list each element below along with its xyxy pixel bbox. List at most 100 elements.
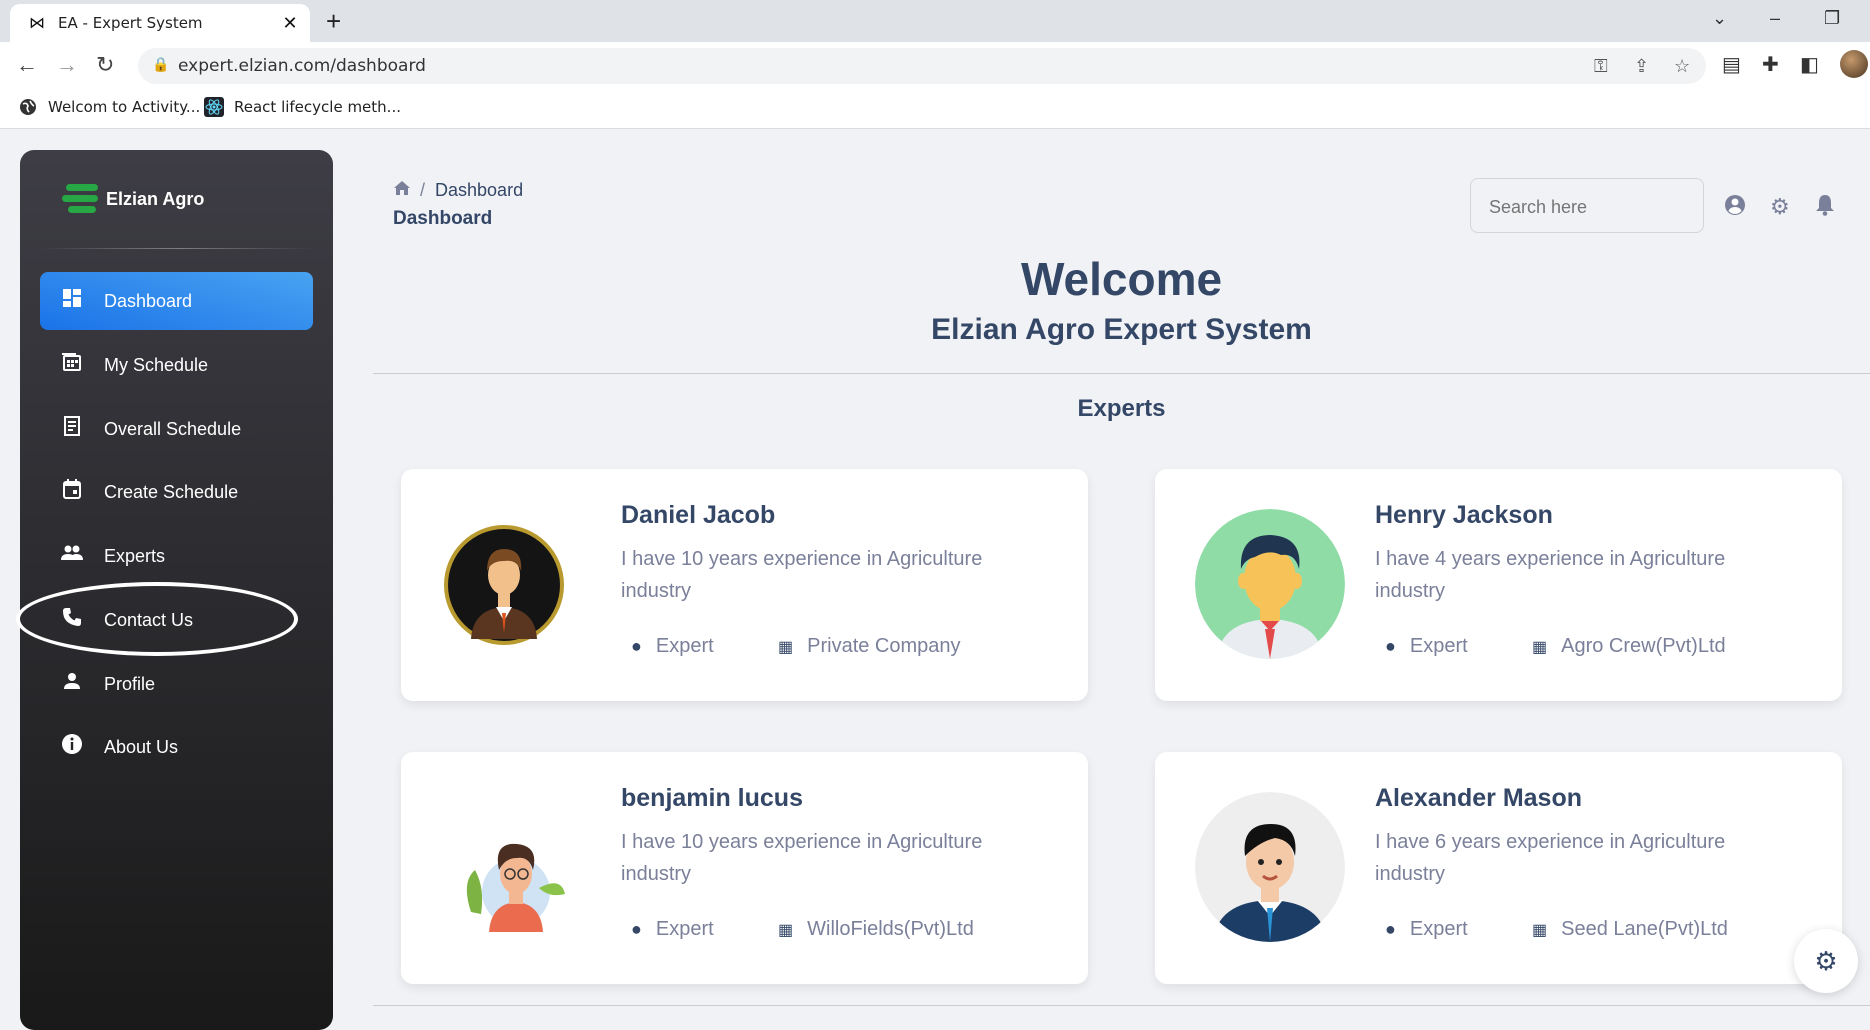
back-icon[interactable]: ← — [16, 52, 38, 78]
bookmark-star-icon[interactable]: ☆ — [1674, 56, 1690, 77]
receipt-icon — [60, 416, 84, 442]
minimize-icon[interactable]: – — [1770, 8, 1780, 29]
brand-name: Elzian Agro — [106, 188, 205, 209]
settings-fab-button[interactable]: ⚙ — [1794, 929, 1858, 993]
side-panel-icon[interactable]: ◧ — [1800, 52, 1819, 77]
site-favicon-icon: ⋈ — [29, 15, 45, 32]
restore-icon[interactable]: ❐ — [1824, 8, 1840, 29]
sidebar-item-create-schedule[interactable]: Create Schedule — [40, 463, 313, 521]
sidebar-item-experts[interactable]: Experts — [40, 527, 313, 585]
browser-toolbar: ← → ↻ 🔒 expert.elzian.com/dashboard ⚿ ⇪ … — [0, 42, 1870, 90]
sidebar-item-label: About Us — [104, 736, 179, 757]
account-circle-icon: ● — [631, 636, 642, 656]
expert-description: I have 6 years experience in Agriculture… — [1375, 831, 1726, 885]
expert-name: benjamin lucus — [621, 784, 803, 812]
sidebar-item-about-us[interactable]: About Us — [40, 718, 313, 776]
expert-company: ▦ Private Company — [778, 635, 961, 658]
close-tab-icon[interactable]: ✕ — [276, 13, 304, 34]
extensions-icon[interactable]: ✚ — [1762, 52, 1779, 77]
gear-icon: ⚙ — [1814, 945, 1838, 976]
sidebar-item-overall-schedule[interactable]: Overall Schedule — [40, 400, 313, 458]
sidebar-item-label: Experts — [104, 545, 166, 566]
browser-tab[interactable]: ⋈ EA - Expert System ✕ — [10, 4, 310, 42]
expert-role: ● Expert — [631, 918, 714, 941]
key-icon[interactable]: ⚿ — [1594, 56, 1608, 77]
react-icon — [204, 97, 224, 117]
expert-role-label: Expert — [1409, 635, 1468, 657]
account-icon[interactable] — [1724, 194, 1746, 222]
brand-logo-icon — [62, 180, 102, 218]
share-icon[interactable]: ⇪ — [1634, 56, 1649, 77]
reload-icon[interactable]: ↻ — [96, 52, 114, 78]
bookmark-label: Welcom to Activity... — [48, 98, 201, 116]
sidebar-item-label: My Schedule — [104, 354, 209, 375]
sidebar-item-label: Dashboard — [104, 290, 193, 311]
account-circle-icon: ● — [1385, 636, 1396, 656]
expert-name: Alexander Mason — [1375, 784, 1583, 812]
building-icon: ▦ — [1532, 921, 1548, 939]
expert-role-label: Expert — [655, 918, 714, 940]
expert-company: ▦ Agro Crew(Pvt)Ltd — [1532, 635, 1726, 658]
sidebar-item-profile[interactable]: Profile — [40, 655, 313, 713]
breadcrumb-separator: / — [420, 180, 426, 200]
new-tab-icon[interactable]: + — [326, 6, 341, 37]
sidebar-item-dashboard[interactable]: Dashboard — [40, 272, 313, 330]
forward-icon[interactable]: → — [56, 52, 78, 78]
expert-role: ● Expert — [1385, 918, 1468, 941]
sidebar-item-my-schedule[interactable]: My Schedule — [40, 336, 313, 394]
address-url[interactable]: expert.elzian.com/dashboard — [178, 56, 426, 76]
home-icon[interactable] — [394, 181, 410, 200]
search-box[interactable] — [1470, 178, 1704, 233]
browser-tab-bar: ⋈ EA - Expert System ✕ + ⌄ – ❐ — [0, 0, 1870, 42]
bookmark-label: React lifecycle meth... — [234, 98, 401, 116]
expert-description: I have 10 years experience in Agricultur… — [621, 548, 983, 602]
bookmark-item[interactable]: React lifecycle meth... — [204, 97, 401, 117]
globe-icon — [18, 97, 38, 117]
brand[interactable]: Elzian Agro — [62, 180, 204, 218]
expert-card[interactable]: benjamin lucus I have 10 years experienc… — [401, 752, 1088, 984]
expert-role-label: Expert — [655, 635, 714, 657]
tab-search-chevron-icon[interactable]: ⌄ — [1712, 8, 1727, 29]
sidebar-item-label: Profile — [104, 673, 156, 694]
reading-list-icon[interactable]: ▤ — [1722, 52, 1741, 77]
expert-role-label: Expert — [1409, 918, 1468, 940]
expert-card[interactable]: Alexander Mason I have 6 years experienc… — [1155, 752, 1842, 984]
settings-icon[interactable]: ⚙ — [1770, 194, 1790, 220]
people-icon — [60, 544, 84, 568]
expert-company: ▦ WilloFields(Pvt)Ltd — [778, 918, 974, 941]
expert-card[interactable]: Daniel Jacob I have 10 years experience … — [401, 469, 1088, 701]
lock-icon[interactable]: 🔒 — [152, 56, 169, 73]
expert-company-label: Private Company — [807, 635, 961, 657]
expert-description: I have 4 years experience in Agriculture… — [1375, 548, 1726, 602]
sidebar-item-label: Create Schedule — [104, 481, 239, 502]
info-icon — [60, 733, 84, 761]
expert-description: I have 10 years experience in Agricultur… — [621, 831, 983, 885]
notification-bell-icon[interactable] — [1815, 194, 1835, 222]
address-bar[interactable]: 🔒 expert.elzian.com/dashboard ⚿ ⇪ ☆ — [138, 48, 1706, 84]
building-icon: ▦ — [1532, 638, 1548, 656]
expert-card[interactable]: Henry Jackson I have 4 years experience … — [1155, 469, 1842, 701]
divider — [373, 1005, 1870, 1006]
browser-profile-avatar[interactable] — [1840, 50, 1868, 78]
welcome-subtitle: Elzian Agro Expert System — [931, 313, 1312, 346]
expert-company-label: Agro Crew(Pvt)Ltd — [1561, 635, 1726, 657]
calendar-icon — [60, 479, 84, 505]
schedule-icon — [60, 352, 84, 378]
dashboard-icon — [60, 288, 84, 314]
experts-section-title: Experts — [1077, 395, 1166, 422]
breadcrumb-current[interactable]: Dashboard — [435, 180, 523, 201]
page-title: Dashboard — [393, 208, 493, 229]
welcome-heading: Welcome — [1020, 253, 1223, 305]
expert-company: ▦ Seed Lane(Pvt)Ltd — [1532, 918, 1728, 941]
expert-avatar — [1195, 509, 1345, 659]
expert-company-label: Seed Lane(Pvt)Ltd — [1561, 918, 1728, 940]
search-input[interactable] — [1487, 196, 1691, 219]
expert-role: ● Expert — [631, 635, 714, 658]
expert-avatar — [1195, 792, 1345, 942]
expert-avatar — [441, 509, 591, 659]
expert-name: Henry Jackson — [1375, 501, 1553, 529]
contact-us-highlight-annotation — [16, 582, 298, 656]
account-circle-icon: ● — [631, 919, 642, 939]
bookmark-item[interactable]: Welcom to Activity... — [18, 97, 200, 117]
divider — [373, 373, 1870, 374]
